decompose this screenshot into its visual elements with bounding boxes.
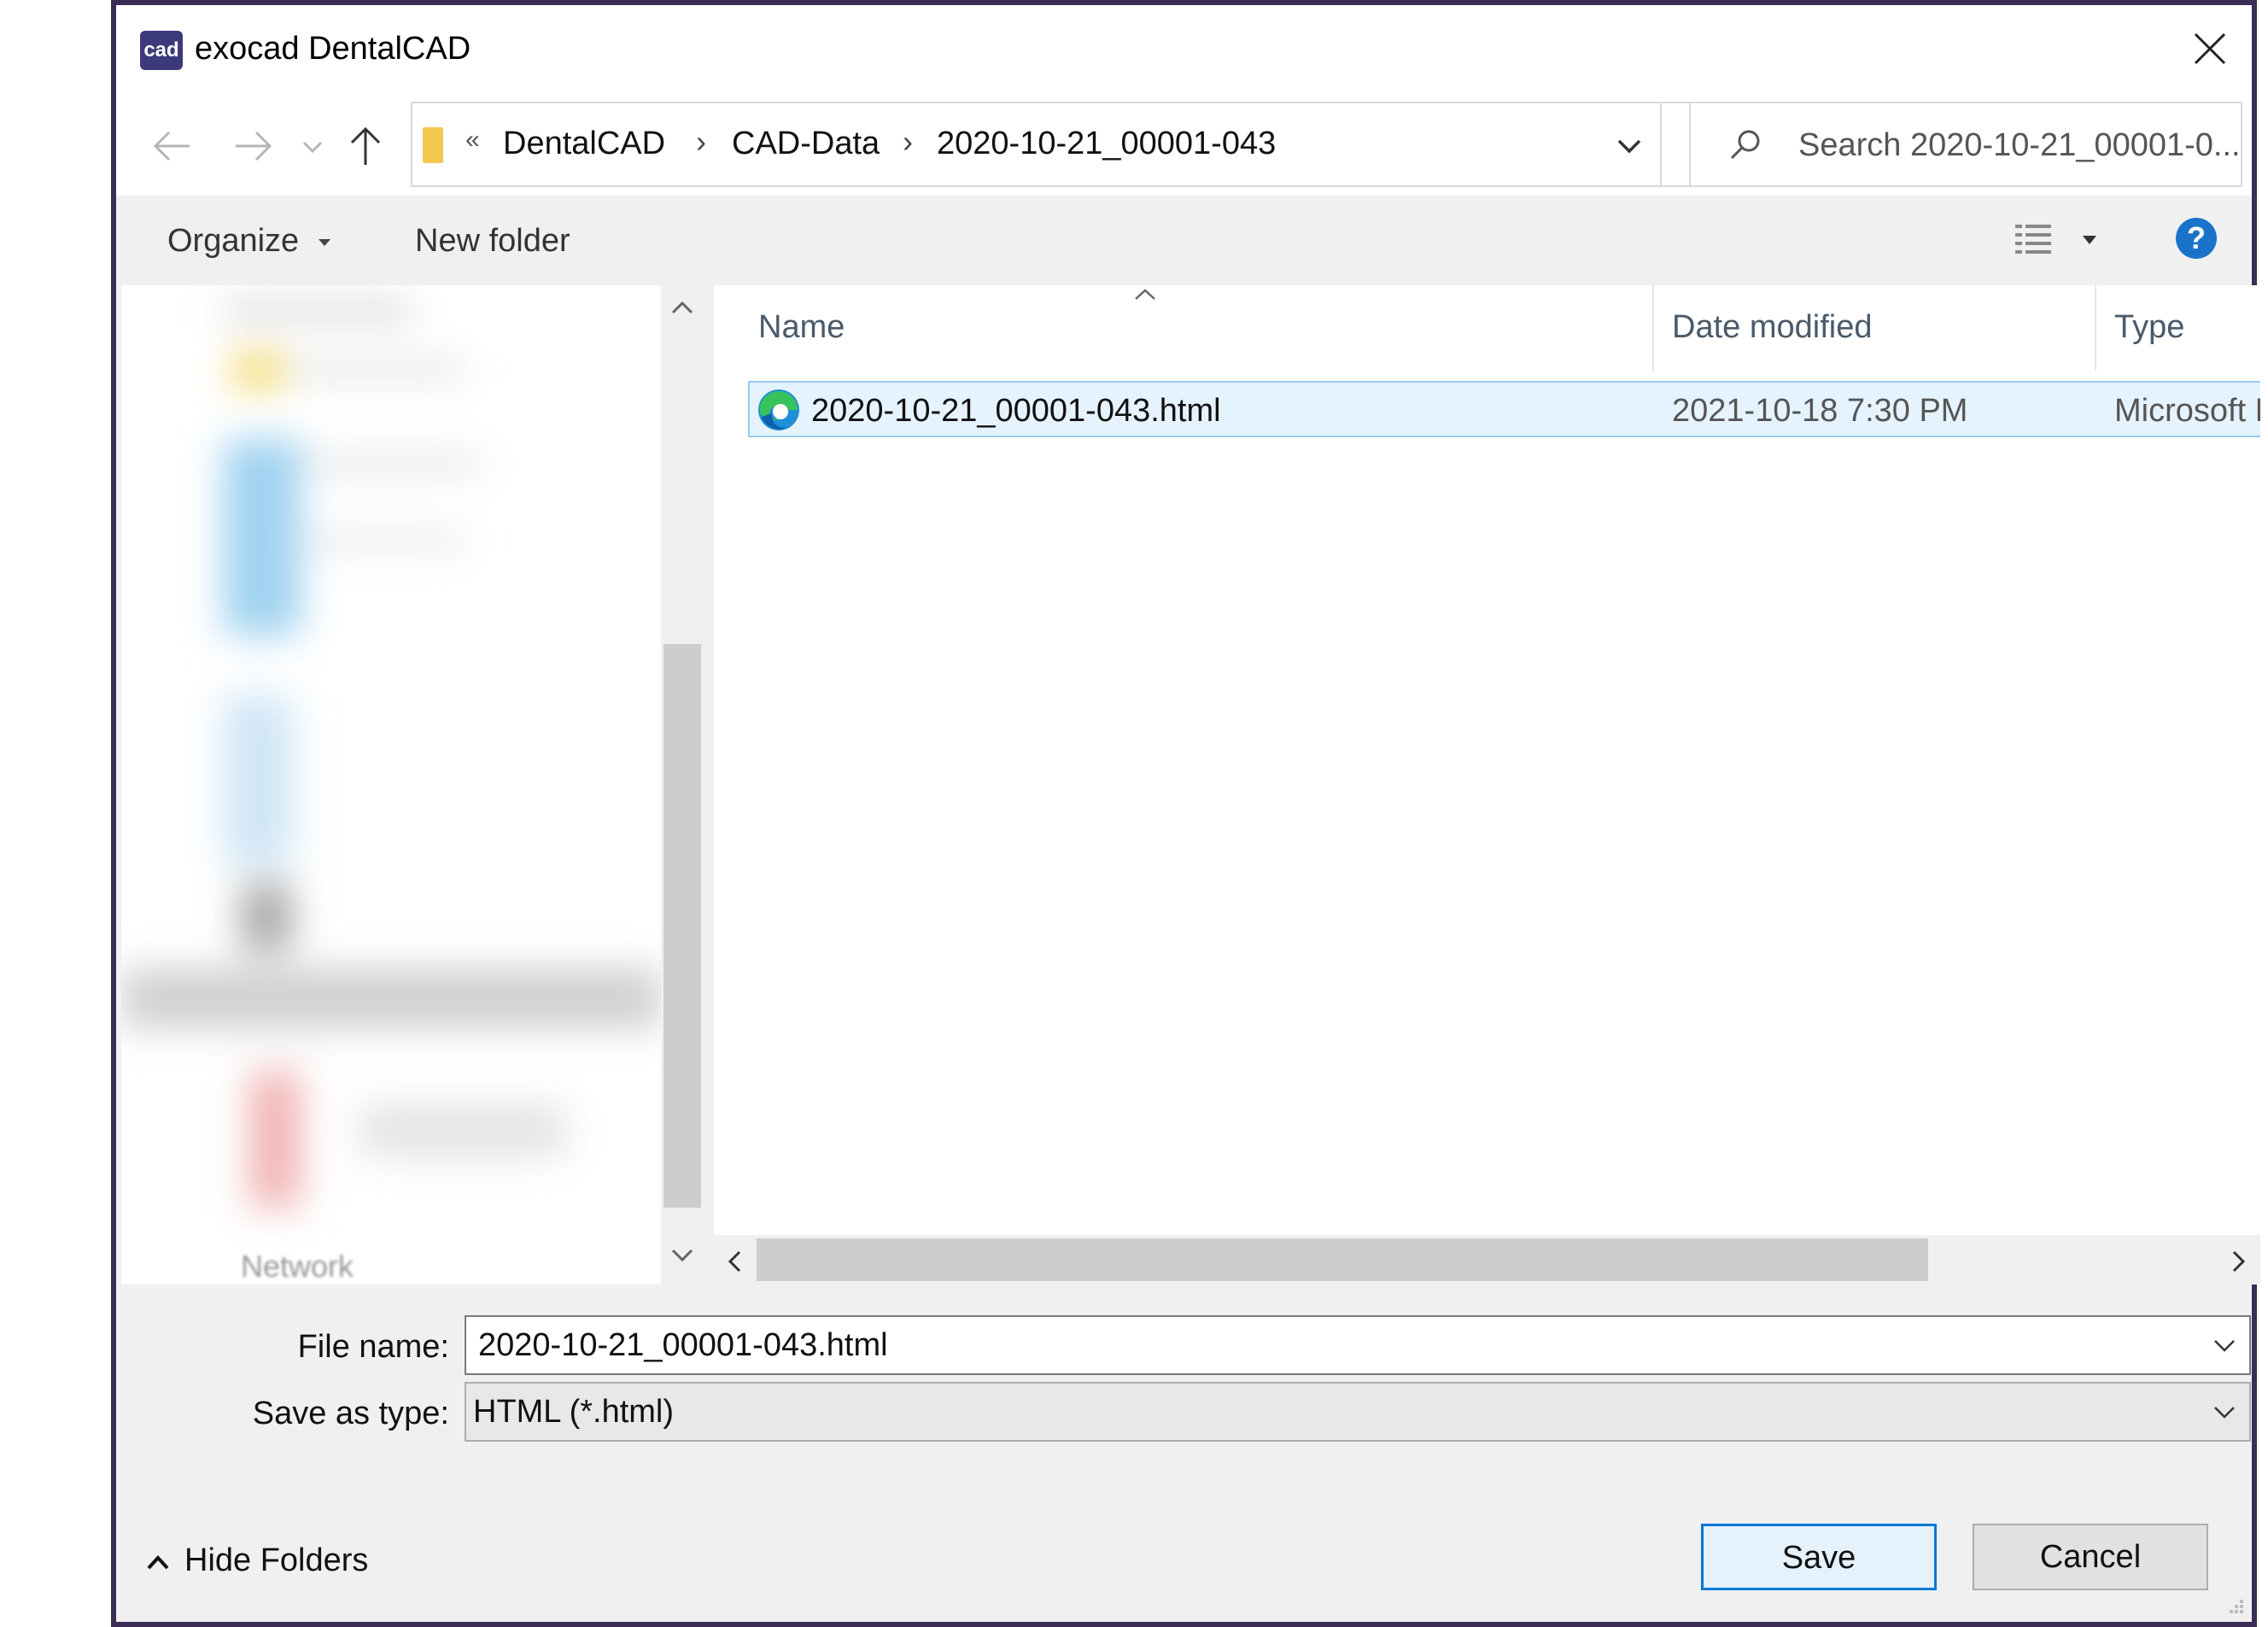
date-modified-cell: 2021-10-18 7:30 PM <box>1672 393 1968 429</box>
search-input[interactable]: Search 2020-10-21_00001-0... <box>1798 127 2241 164</box>
nav-pane-scrollbar[interactable] <box>661 285 704 1285</box>
file-name-label: File name: <box>297 1329 449 1365</box>
column-divider[interactable] <box>1652 285 1654 371</box>
save-as-type-select[interactable]: HTML (*.html) <box>465 1382 2251 1442</box>
column-header-type[interactable]: Type <box>2114 309 2184 346</box>
save-dialog: cad exocad DentalCAD « DentalCAD › CAD-D… <box>111 0 2260 1627</box>
search-icon <box>1730 130 1760 160</box>
new-folder-button[interactable]: New folder <box>415 223 570 260</box>
chevron-down-icon[interactable] <box>2212 1332 2237 1358</box>
file-name-cell[interactable]: 2020-10-21_00001-043.html <box>811 393 1221 430</box>
exocad-app-icon: cad <box>140 31 183 70</box>
forward-arrow-icon[interactable] <box>227 120 278 172</box>
blurred-folder-tree <box>121 285 661 1285</box>
organize-button[interactable]: Organize <box>167 223 332 260</box>
scroll-up-icon[interactable] <box>669 299 695 316</box>
file-name-input[interactable]: 2020-10-21_00001-043.html <box>478 1327 888 1364</box>
organize-label: Organize <box>167 223 300 259</box>
edge-icon <box>758 389 799 430</box>
breadcrumb-cad-data[interactable]: CAD-Data <box>732 126 880 162</box>
column-divider[interactable] <box>2095 285 2096 371</box>
file-list-horizontal-scrollbar[interactable] <box>714 1235 2260 1285</box>
address-bar[interactable]: « DentalCAD › CAD-Data › 2020-10-21_0000… <box>411 102 1662 187</box>
help-button[interactable]: ? <box>2176 218 2217 259</box>
cancel-button[interactable]: Cancel <box>1973 1524 2208 1590</box>
save-as-type-label: Save as type: <box>252 1396 449 1431</box>
close-icon[interactable] <box>2189 27 2231 70</box>
back-arrow-icon[interactable] <box>147 120 198 172</box>
chevron-down-icon[interactable] <box>2212 1399 2237 1425</box>
scroll-right-icon[interactable] <box>2230 1249 2248 1274</box>
column-header-name[interactable]: Name <box>758 309 845 346</box>
scrollbar-thumb[interactable] <box>663 644 701 1208</box>
chevron-up-icon <box>147 1555 169 1570</box>
type-cell: Microsoft Edge H <box>2114 393 2260 429</box>
save-as-type-value: HTML (*.html) <box>473 1394 675 1430</box>
breadcrumb-separator-icon[interactable]: › <box>903 124 913 160</box>
window-title: exocad DentalCAD <box>195 31 471 67</box>
file-name-field[interactable]: 2020-10-21_00001-043.html <box>465 1315 2251 1375</box>
scrollbar-thumb[interactable] <box>757 1238 1928 1281</box>
breadcrumb-current-folder[interactable]: 2020-10-21_00001-043 <box>937 126 1276 162</box>
address-overflow-icon[interactable]: « <box>465 126 480 155</box>
chevron-down-icon[interactable] <box>1614 131 1645 161</box>
caret-down-icon <box>318 238 330 246</box>
breadcrumb-dentalcad[interactable]: DentalCAD <box>503 126 665 162</box>
column-header-date-modified[interactable]: Date modified <box>1672 309 1872 346</box>
file-row[interactable]: 2020-10-21_00001-043.html 2021-10-18 7:3… <box>748 381 2260 437</box>
file-list[interactable]: Name Date modified Type 2020-10-21_00001… <box>714 285 2260 1235</box>
resize-grip-icon[interactable] <box>2223 1593 2245 1615</box>
breadcrumb-separator-icon[interactable]: › <box>696 124 706 160</box>
view-options-icon[interactable] <box>2014 221 2055 260</box>
folder-icon <box>423 127 443 163</box>
hide-folders-button[interactable]: Hide Folders <box>145 1542 368 1579</box>
search-box[interactable]: Search 2020-10-21_00001-0... <box>1689 102 2242 187</box>
save-button[interactable]: Save <box>1701 1524 1937 1590</box>
hide-folders-label: Hide Folders <box>184 1542 369 1578</box>
network-nav-item[interactable]: Network <box>241 1249 354 1285</box>
navigation-pane[interactable]: Network <box>121 285 661 1285</box>
view-dropdown-caret-icon[interactable] <box>2080 233 2099 247</box>
navigation-bar: « DentalCAD › CAD-Data › 2020-10-21_0000… <box>116 95 2252 196</box>
title-bar: cad exocad DentalCAD <box>116 5 2252 95</box>
scroll-down-icon[interactable] <box>669 1247 695 1264</box>
scroll-left-icon[interactable] <box>726 1249 743 1274</box>
recent-locations-chevron-icon[interactable] <box>295 120 330 172</box>
command-toolbar: Organize New folder ? <box>116 196 2252 285</box>
up-arrow-icon[interactable] <box>340 120 391 172</box>
sort-ascending-icon <box>1135 289 1155 300</box>
